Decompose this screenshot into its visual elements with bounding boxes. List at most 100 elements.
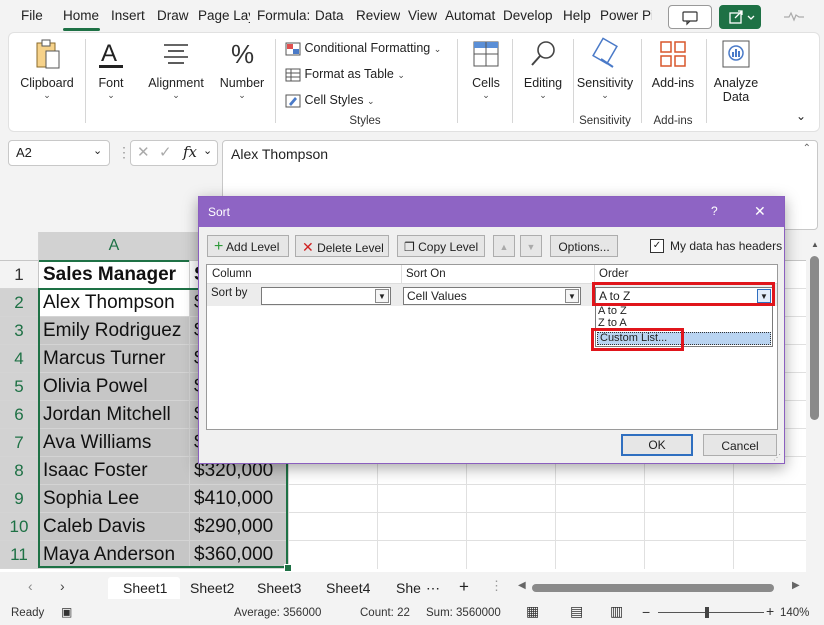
expand-formula-icon[interactable]: ⌃: [803, 143, 811, 154]
zoom-in-icon[interactable]: +: [766, 603, 774, 619]
sheet-tab-sheet5[interactable]: She: [396, 580, 421, 596]
tab-splitter-icon[interactable]: ⋮: [490, 578, 503, 594]
tab-help[interactable]: Help: [563, 8, 591, 23]
row-header[interactable]: 1: [0, 261, 39, 289]
name-box[interactable]: A2 ⌄: [8, 140, 110, 166]
add-level-button[interactable]: + Add Level: [207, 235, 289, 257]
zoom-slider-thumb[interactable]: [705, 607, 709, 618]
scroll-left-icon[interactable]: ◀: [518, 580, 526, 591]
row-header[interactable]: 11: [0, 541, 39, 569]
sort-by-column-dropdown[interactable]: ▼: [261, 287, 391, 305]
tab-file[interactable]: File: [21, 8, 43, 23]
row-header[interactable]: 7: [0, 429, 39, 457]
clipboard-button[interactable]: Clipboard ⌄: [13, 33, 81, 101]
move-up-button[interactable]: ▲: [493, 235, 515, 257]
plus-icon: +: [214, 238, 224, 255]
zoom-level[interactable]: 140%: [780, 607, 809, 619]
tab-review[interactable]: Review: [356, 8, 400, 23]
zoom-out-icon[interactable]: −: [642, 604, 650, 620]
delete-level-button[interactable]: ✕ Delete Level: [295, 235, 389, 257]
comments-button[interactable]: [668, 5, 712, 29]
font-button[interactable]: A Font ⌄: [89, 33, 133, 101]
row-header[interactable]: 8: [0, 457, 39, 485]
analyze-data-button[interactable]: Analyze Data: [709, 33, 763, 104]
more-sheets-icon[interactable]: ⋯: [426, 580, 440, 597]
add-ins-button[interactable]: Add-ins: [645, 33, 701, 90]
zoom-slider[interactable]: [658, 612, 764, 613]
previous-sheet-icon[interactable]: ‹: [28, 578, 33, 594]
tab-insert[interactable]: Insert: [111, 8, 145, 23]
sensitivity-button[interactable]: Sensitivity ⌄: [575, 33, 635, 101]
move-down-button[interactable]: ▼: [520, 235, 542, 257]
headers-checkbox[interactable]: ✓: [650, 239, 664, 253]
page-layout-view-icon[interactable]: ▤: [570, 603, 583, 620]
tab-automate[interactable]: Automat: [445, 8, 497, 23]
row-header[interactable]: 5: [0, 373, 39, 401]
add-sheet-button[interactable]: +: [459, 577, 469, 597]
order-option-a-to-z[interactable]: A to Z: [598, 306, 627, 317]
scroll-right-icon[interactable]: ▶: [792, 580, 800, 591]
page-break-view-icon[interactable]: ▥: [610, 603, 623, 620]
row-header[interactable]: 2: [0, 289, 39, 317]
row-header[interactable]: 6: [0, 401, 39, 429]
tab-power-pivot[interactable]: Power Pi: [600, 8, 652, 23]
editing-button[interactable]: Editing ⌄: [517, 33, 569, 101]
format-as-table-button[interactable]: Format as Table ⌄: [285, 67, 405, 82]
tab-data[interactable]: Data: [315, 8, 344, 23]
chevron-down-icon: ⌄: [172, 90, 180, 100]
row-header[interactable]: 4: [0, 345, 39, 373]
cancel-button[interactable]: Cancel: [703, 434, 777, 456]
sort-levels-list: Column Sort On Order Sort by ▼ Cell Valu…: [206, 264, 778, 430]
scroll-up-icon[interactable]: ▲: [811, 240, 819, 249]
tab-formulas[interactable]: Formula:: [257, 8, 310, 23]
status-count[interactable]: Count: 22: [360, 607, 410, 619]
chevron-down-icon: ⌄: [93, 145, 103, 157]
collapse-ribbon-icon[interactable]: ⌄: [796, 109, 806, 123]
tab-page-layout[interactable]: Page Lay: [198, 8, 250, 23]
sheet-tab-sheet3[interactable]: Sheet3: [257, 580, 301, 596]
status-average[interactable]: Average: 356000: [234, 607, 321, 619]
sheet-tab-sheet4[interactable]: Sheet4: [326, 580, 370, 596]
tab-draw[interactable]: Draw: [157, 8, 189, 23]
alignment-button[interactable]: Alignment ⌄: [141, 33, 211, 101]
horizontal-scrollbar-thumb[interactable]: [532, 584, 774, 592]
conditional-formatting-button[interactable]: Conditional Formatting ⌄: [285, 41, 441, 56]
row-header[interactable]: 10: [0, 513, 39, 541]
accessibility-icon[interactable]: ▣: [61, 605, 72, 619]
cells-button[interactable]: Cells ⌄: [465, 33, 507, 101]
sort-on-dropdown[interactable]: Cell Values ▼: [403, 287, 581, 305]
insert-function-icon[interactable]: fx: [183, 143, 197, 161]
scrollbar-thumb[interactable]: [810, 256, 819, 420]
resize-grip-icon[interactable]: ⋰: [773, 453, 781, 462]
font-icon: A: [99, 40, 123, 68]
share-button[interactable]: [719, 5, 761, 29]
ok-button[interactable]: OK: [621, 434, 693, 456]
confirm-formula-icon[interactable]: ✓: [159, 143, 172, 161]
next-sheet-icon[interactable]: ›: [60, 578, 65, 594]
select-all-corner[interactable]: [0, 232, 39, 261]
sheet-tab-sheet2[interactable]: Sheet2: [190, 580, 234, 596]
search-icon: [531, 41, 555, 66]
tab-developer[interactable]: Develop: [503, 8, 556, 23]
cell-styles-button[interactable]: Cell Styles ⌄: [285, 93, 375, 108]
help-button[interactable]: ?: [711, 204, 718, 218]
sheet-tab-sheet1[interactable]: Sheet1: [123, 580, 167, 596]
copy-level-button[interactable]: ❐ Copy Level: [397, 235, 485, 257]
vertical-scrollbar[interactable]: ▲: [806, 232, 824, 572]
chevron-down-icon: ⌄: [203, 145, 213, 157]
add-ins-label: Add-ins: [651, 76, 695, 90]
tab-home[interactable]: Home: [63, 8, 99, 23]
tab-view[interactable]: View: [408, 8, 437, 23]
column-header-a[interactable]: A: [39, 232, 190, 262]
normal-view-icon[interactable]: ▦: [526, 603, 539, 620]
row-header[interactable]: 9: [0, 485, 39, 513]
options-button[interactable]: Options...: [550, 235, 618, 257]
status-sum[interactable]: Sum: 3560000: [426, 607, 501, 619]
close-button[interactable]: ✕: [754, 203, 766, 220]
row-header[interactable]: 3: [0, 317, 39, 345]
cancel-formula-icon[interactable]: ✕: [137, 143, 150, 161]
fill-handle[interactable]: [284, 564, 292, 572]
activity-icon[interactable]: [783, 9, 805, 26]
header-cell-a1[interactable]: Sales Manager: [39, 261, 190, 289]
number-button[interactable]: % Number ⌄: [215, 33, 269, 101]
